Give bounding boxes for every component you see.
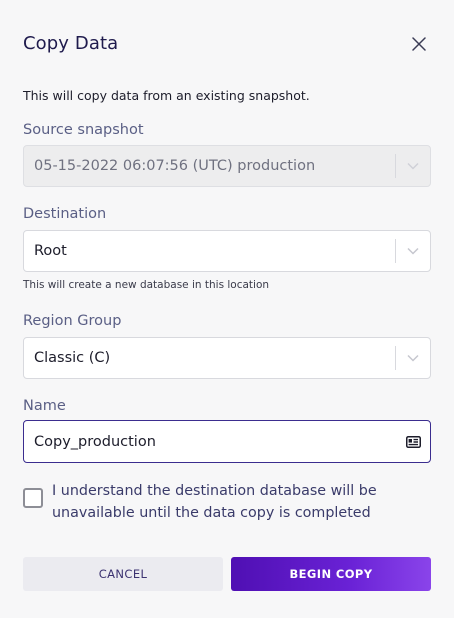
close-button[interactable]	[406, 31, 432, 57]
chevron-down-icon[interactable]	[396, 338, 430, 378]
name-input[interactable]	[24, 432, 396, 451]
name-label: Name	[23, 398, 66, 414]
region-group-select[interactable]: Classic (C)	[23, 337, 431, 379]
source-snapshot-select: 05-15-2022 06:07:56 (UTC) production	[23, 145, 431, 187]
cancel-button[interactable]: CANCEL	[23, 557, 223, 591]
confirm-checkbox[interactable]	[23, 488, 43, 508]
region-group-value: Classic (C)	[34, 350, 111, 366]
begin-copy-button[interactable]: BEGIN COPY	[231, 557, 431, 591]
confirm-checkbox-label[interactable]: I understand the destination database wi…	[52, 480, 437, 524]
destination-label: Destination	[23, 206, 107, 222]
destination-select[interactable]: Root	[23, 230, 431, 272]
copy-data-dialog: Copy Data This will copy data from an ex…	[0, 0, 454, 618]
dialog-title: Copy Data	[23, 33, 119, 54]
close-icon	[412, 37, 426, 51]
name-field[interactable]	[23, 420, 431, 463]
destination-hint: This will create a new database in this …	[23, 279, 270, 291]
source-snapshot-label: Source snapshot	[23, 122, 144, 138]
source-snapshot-value: 05-15-2022 06:07:56 (UTC) production	[34, 158, 316, 174]
contact-card-icon	[396, 435, 430, 448]
dialog-description: This will copy data from an existing sna…	[23, 88, 310, 103]
destination-value: Root	[34, 243, 67, 259]
region-group-label: Region Group	[23, 313, 122, 329]
chevron-down-icon[interactable]	[396, 231, 430, 271]
chevron-down-icon	[396, 146, 430, 186]
